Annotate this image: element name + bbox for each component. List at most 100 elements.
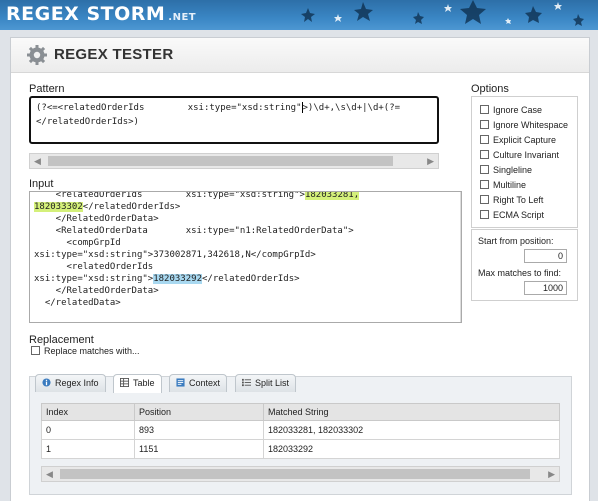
option-multiline[interactable]: Multiline xyxy=(480,180,526,190)
option-ignore-case[interactable]: Ignore Case xyxy=(480,105,542,115)
pattern-label: Pattern xyxy=(29,83,65,95)
option-singleline[interactable]: Singleline xyxy=(480,165,532,175)
option-ecma-script[interactable]: ECMA Script xyxy=(480,210,544,220)
cell-matched-string: 182033292 xyxy=(263,439,560,459)
options-box: Ignore Case Ignore Whitespace Explicit C… xyxy=(471,96,578,228)
page-title: REGEX TESTER xyxy=(54,46,174,63)
tab-label: Split List xyxy=(255,378,290,388)
tab-context[interactable]: Context xyxy=(169,374,228,392)
option-label: Culture Invariant xyxy=(493,150,560,160)
option-label: Ignore Whitespace xyxy=(493,120,569,130)
pattern-scrollbar-thumb[interactable] xyxy=(48,156,393,166)
scroll-right-icon[interactable]: ▶ xyxy=(548,469,555,480)
table-row[interactable]: 1 1151 182033292 xyxy=(41,439,560,459)
checkbox[interactable] xyxy=(480,195,489,204)
option-explicit-capture[interactable]: Explicit Capture xyxy=(480,135,556,145)
table-scrollbar-thumb[interactable] xyxy=(60,469,530,479)
tab-label: Context xyxy=(189,378,221,388)
option-label: ECMA Script xyxy=(493,210,545,220)
option-right-to-left[interactable]: Right To Left xyxy=(480,195,543,205)
context-icon xyxy=(176,378,185,387)
info-icon xyxy=(42,378,51,387)
pattern-input[interactable]: (?<=<relatedOrderIds xsi:type="xsd:strin… xyxy=(29,96,439,144)
checkbox[interactable] xyxy=(31,346,40,355)
gear-icon xyxy=(27,45,47,65)
match-highlight: 182033281, xyxy=(304,191,360,200)
table-horizontal-scrollbar[interactable]: ◀ ▶ xyxy=(41,466,560,482)
option-culture-invariant[interactable]: Culture Invariant xyxy=(480,150,559,160)
max-matches-label: Max matches to find: xyxy=(478,268,562,278)
column-header[interactable]: Position xyxy=(134,403,264,421)
input-line: </relatedData> xyxy=(34,298,121,308)
checkbox[interactable] xyxy=(480,150,489,159)
input-line: </relatedOrderIds> xyxy=(82,202,181,212)
site-logo[interactable]: REGEX STORM .NET xyxy=(6,3,196,25)
option-label: Explicit Capture xyxy=(493,135,557,145)
tab-split-list[interactable]: Split List xyxy=(235,374,297,392)
star-decoration-icon xyxy=(301,0,584,26)
site-banner: REGEX STORM .NET xyxy=(0,0,598,30)
checkbox[interactable] xyxy=(480,180,489,189)
logo-suffix: .NET xyxy=(168,12,197,23)
input-line: <RelatedOrderData xsi:type="n1:RelatedOr… xyxy=(34,226,354,236)
input-line: </relatedOrderIds> xyxy=(202,274,300,284)
input-label: Input xyxy=(29,178,54,190)
input-line: <relatedOrderIds xsi:type="xsd:string"> xyxy=(34,191,305,200)
input-line: </RelatedOrderData> xyxy=(34,286,159,296)
option-label: Right To Left xyxy=(493,195,544,205)
tab-regex-info[interactable]: Regex Info xyxy=(35,374,106,392)
max-matches-input[interactable]: 1000 xyxy=(524,281,567,295)
table-row[interactable]: 0 893 182033281, 182033302 xyxy=(41,420,560,440)
input-line: xsi:type="xsd:string">373002871,342618,N… xyxy=(34,250,316,260)
list-icon xyxy=(242,378,251,387)
table-header-row: Index Position Matched String xyxy=(41,403,560,421)
input-text: <relatedOrderIds xsi:type="xsd:string">1… xyxy=(34,191,360,309)
replace-matches-option[interactable]: Replace matches with... xyxy=(31,346,140,356)
regex-tester-panel: REGEX TESTER Pattern (?<=<relatedOrderId… xyxy=(10,37,590,501)
input-line: <relatedOrderIds xyxy=(34,262,154,272)
cell-matched-string: 182033281, 182033302 xyxy=(263,420,560,440)
pattern-horizontal-scrollbar[interactable]: ◀ ▶ xyxy=(29,153,439,169)
start-position-input[interactable]: 0 xyxy=(524,249,567,263)
scroll-left-icon[interactable]: ◀ xyxy=(46,469,53,480)
pattern-text-before-cursor: (?<=<relatedOrderIds xsi:type="xsd:strin… xyxy=(36,103,302,113)
scroll-right-icon[interactable]: ▶ xyxy=(427,156,434,167)
option-label: Singleline xyxy=(493,165,533,175)
logo-text: REGEX STORM xyxy=(6,3,166,25)
input-textarea[interactable]: <relatedOrderIds xsi:type="xsd:string">1… xyxy=(29,191,462,323)
option-ignore-whitespace[interactable]: Ignore Whitespace xyxy=(480,120,568,130)
option-label: Ignore Case xyxy=(493,105,543,115)
replace-checkbox-label: Replace matches with... xyxy=(44,346,140,356)
input-line: </RelatedOrderData> xyxy=(34,214,159,224)
input-line: xsi:type="xsd:string"> xyxy=(34,274,154,284)
tab-label: Table xyxy=(133,378,155,388)
checkbox[interactable] xyxy=(480,135,489,144)
tab-table[interactable]: Table xyxy=(113,374,162,393)
options-label: Options xyxy=(471,83,509,95)
checkbox[interactable] xyxy=(480,210,489,219)
pattern-text-after-cursor: >)\d+,\s\d+|\d+(?= xyxy=(302,103,401,113)
match-highlight: 182033302 xyxy=(34,202,83,212)
option-label: Multiline xyxy=(493,180,527,190)
column-header[interactable]: Matched String xyxy=(263,403,560,421)
input-line: <compGrpId xyxy=(34,238,121,248)
cell-position: 893 xyxy=(134,420,264,440)
scroll-left-icon[interactable]: ◀ xyxy=(34,156,41,167)
checkbox[interactable] xyxy=(480,105,489,114)
results-table: Index Position Matched String 0 893 1820… xyxy=(41,403,560,459)
tab-label: Regex Info xyxy=(55,378,99,388)
cell-index: 1 xyxy=(41,439,135,459)
column-header[interactable]: Index xyxy=(41,403,135,421)
checkbox[interactable] xyxy=(480,120,489,129)
pattern-text-line2: </relatedOrderIds>) xyxy=(36,117,139,127)
checkbox[interactable] xyxy=(480,165,489,174)
position-options-box: Start from position: 0 Max matches to fi… xyxy=(471,229,578,301)
title-bar: REGEX TESTER xyxy=(11,38,589,73)
replacement-label: Replacement xyxy=(29,334,94,346)
table-icon xyxy=(120,378,129,387)
cell-position: 1151 xyxy=(134,439,264,459)
start-position-label: Start from position: xyxy=(478,236,554,246)
match-highlight: 182033292 xyxy=(153,274,202,284)
input-vertical-scrollbar[interactable]: ▲ ▼ xyxy=(460,192,461,322)
cell-index: 0 xyxy=(41,420,135,440)
